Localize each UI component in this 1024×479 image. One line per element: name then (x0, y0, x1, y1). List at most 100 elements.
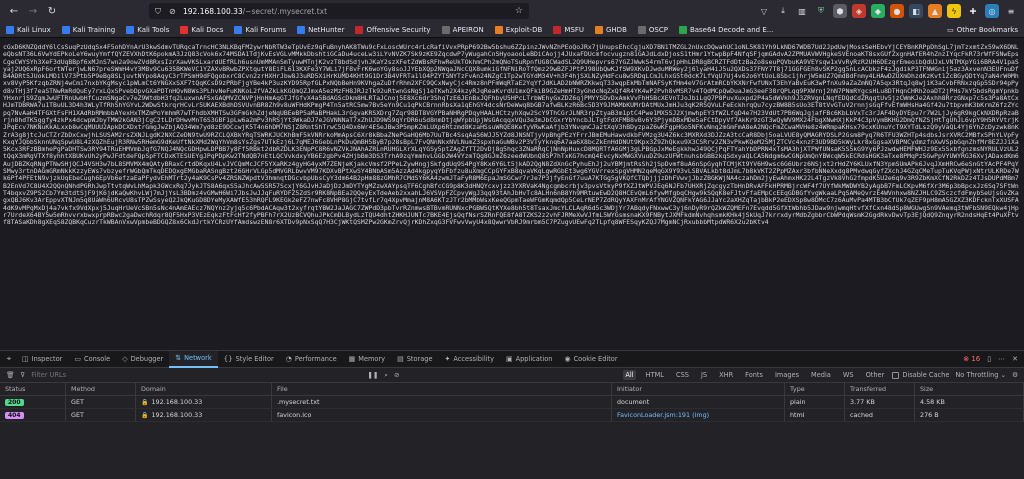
column-header-transferred[interactable]: Transferred (845, 383, 915, 395)
close-icon[interactable]: ✕ (1012, 355, 1018, 363)
back-icon[interactable]: ← (6, 3, 22, 19)
filter-type-media[interactable]: Media (809, 370, 833, 380)
tab-inspector[interactable]: ◫ Inspector (16, 351, 68, 368)
bookmark-item[interactable]: Kali Forums (234, 25, 286, 34)
tab-style-editor[interactable]: {} Style Editor (218, 351, 280, 368)
throttling-select[interactable]: No Throttling ⌄ (955, 371, 1006, 379)
filter-type-html[interactable]: HTML (644, 370, 666, 380)
bookmark-favicon-icon (61, 25, 70, 34)
tab-label: Debugger (130, 355, 164, 363)
column-header-status[interactable]: Status (0, 383, 66, 395)
shield-icon[interactable]: ⛉ (155, 7, 163, 16)
bookmark-star-icon[interactable]: ☆ (515, 6, 523, 16)
tab-network[interactable]: ⇅ Network (169, 350, 218, 368)
bookmark-item[interactable]: Kali Linux (6, 25, 51, 34)
filter-type-ws[interactable]: WS (841, 370, 856, 380)
tab-label: Inspector (31, 355, 63, 363)
other-bookmarks[interactable]: ▭ Other Bookmarks (947, 26, 1018, 34)
tab-cookie-editor[interactable]: ◉ Cookie Editor (558, 351, 623, 368)
pocket-icon[interactable]: ▽ (757, 4, 771, 18)
filter-type-js[interactable]: JS (699, 370, 709, 380)
url-bar[interactable]: ⛉ ⊘ 192.168.100.33 /~secret/.mysecret.tx… (149, 3, 529, 19)
bookmark-item[interactable]: Kali Training (61, 25, 115, 34)
bookmark-item[interactable]: Kali Docs (180, 25, 223, 34)
tab-storage[interactable]: ▤ Storage (391, 351, 438, 368)
extension-lightning-icon[interactable]: ϟ (947, 4, 961, 18)
extension-orange-icon[interactable]: ▲ (928, 4, 942, 18)
network-filter-bar: 🗑 ⊽ ❚❚ ⌕ ⊘ All HTML CSS JS XHR Fonts Images Med… (0, 368, 1024, 383)
bookmark-label: MSFU (564, 25, 584, 34)
bookmark-item[interactable]: Kali Tools (126, 25, 169, 34)
secret-text-body: cGxD6KNZQddY6lCsSuqPzUdqSx4F5ohDYnArU3kw… (3, 43, 1019, 227)
extension-blue-icon[interactable]: ◎ (985, 4, 999, 18)
bookmark-item[interactable]: MSFU (553, 25, 584, 34)
column-header-type[interactable]: Type (785, 383, 845, 395)
pause-icon[interactable]: ❚❚ (367, 371, 378, 379)
tab-console[interactable]: ▭ Console (68, 351, 116, 368)
tab-accessibility[interactable]: ✦ Accessibility (439, 351, 500, 368)
library-icon[interactable]: ▥ (795, 4, 809, 18)
filter-type-all[interactable]: All (623, 370, 636, 380)
initiator-text[interactable]: FaviconLoader.jsm:191 (img) (617, 411, 709, 419)
bookmark-item[interactable]: OSCP (637, 25, 668, 34)
extension-green-icon[interactable]: ◆ (871, 4, 885, 18)
block-icon[interactable]: ⊘ (394, 371, 400, 379)
storage-icon: ▤ (397, 355, 404, 363)
status-badge: 404 (5, 411, 24, 419)
filter-type-images[interactable]: Images (773, 370, 801, 380)
extension-icon[interactable]: ⬢ (833, 4, 847, 18)
extension-dark-icon[interactable]: ◧ (909, 4, 923, 18)
bookmark-item[interactable]: Base64 Decode and E... (678, 25, 773, 34)
filter-type-css[interactable]: CSS (674, 370, 691, 380)
menu-icon[interactable]: ≡ (1004, 4, 1018, 18)
more-options-icon[interactable]: ⋯ (998, 355, 1005, 363)
trash-icon[interactable]: 🗑 (6, 371, 14, 379)
bookmark-label: NetHunter (308, 25, 345, 34)
filter-urls-input[interactable] (31, 371, 362, 379)
settings-gear-icon[interactable]: ⚙ (1012, 371, 1018, 379)
table-row[interactable]: 404 GET 🔒 192.168.100.33 favicon.ico FaviconL… (0, 409, 1024, 422)
accessibility-icon: ✦ (444, 355, 451, 363)
cell-domain: 🔒 192.168.100.33 (136, 396, 272, 408)
disable-cache-checkbox[interactable]: Disable Cache (892, 371, 949, 379)
reload-icon[interactable]: ↻ (44, 3, 60, 19)
filter-type-other[interactable]: Other (864, 370, 887, 380)
bookmark-item[interactable]: GHDB (594, 25, 627, 34)
filter-icon: ⊽ (20, 371, 26, 379)
element-picker-icon[interactable]: ⌖ (2, 354, 16, 364)
page-content: cGxD6KNZQddY6lCsSuqPzUdqSx4F5ohDYnArU3kw… (0, 38, 1024, 343)
bookmark-item[interactable]: NetHunter (297, 25, 345, 34)
table-row[interactable]: 200 GET 🔒 192.168.100.33 .mysecret.txt docume… (0, 396, 1024, 409)
column-header-initiator[interactable]: Initiator (612, 383, 785, 395)
error-count-badge[interactable]: ⊗ 16 (963, 355, 980, 363)
shield-extension-icon[interactable]: ⛨ (814, 4, 828, 18)
filter-type-fonts[interactable]: Fonts (743, 370, 765, 380)
extension-puzzle-icon[interactable]: ✚ (966, 4, 980, 18)
tab-label: Performance (294, 355, 337, 363)
search-icon[interactable]: ⌕ (384, 371, 388, 380)
tab-debugger[interactable]: ◇ Debugger (116, 351, 169, 368)
bookmark-favicon-icon (494, 25, 503, 34)
filter-type-xhr[interactable]: XHR (717, 370, 735, 380)
column-header-file[interactable]: File (272, 383, 612, 395)
tab-performance[interactable]: ◔ Performance (280, 351, 343, 368)
tab-label: Storage (406, 355, 433, 363)
column-header-method[interactable]: Method (66, 383, 136, 395)
column-header-size[interactable]: Size (915, 383, 1024, 395)
bookmark-item[interactable]: Exploit-DB (494, 25, 542, 34)
extension-cookie-icon[interactable]: ● (890, 4, 904, 18)
dock-icon[interactable]: ▯ (987, 355, 991, 363)
toolbar-extensions: ▽ ⤓ ▥ ⛨ ⬢ ◈ ◆ ● ◧ ▲ ϟ ✚ ◎ ≡ (757, 4, 1018, 18)
cell-initiator: document (612, 396, 785, 408)
bookmark-label: OSCP (648, 25, 668, 34)
tab-memory[interactable]: ▦ Memory (343, 351, 391, 368)
bookmark-item[interactable]: Offensive Security (355, 25, 431, 34)
downloads-icon[interactable]: ⤓ (776, 4, 790, 18)
forward-icon[interactable]: → (25, 3, 41, 19)
devtools-right-controls: ⊗ 16 ▯ ⋯ ✕ (963, 355, 1024, 363)
page-info-icon[interactable]: ⊘ (169, 7, 177, 16)
column-header-domain[interactable]: Domain (136, 383, 272, 395)
bookmark-item[interactable]: APEIRON (441, 25, 484, 34)
tab-application[interactable]: ▣ Application (500, 351, 558, 368)
extension-red-icon[interactable]: ◈ (852, 4, 866, 18)
